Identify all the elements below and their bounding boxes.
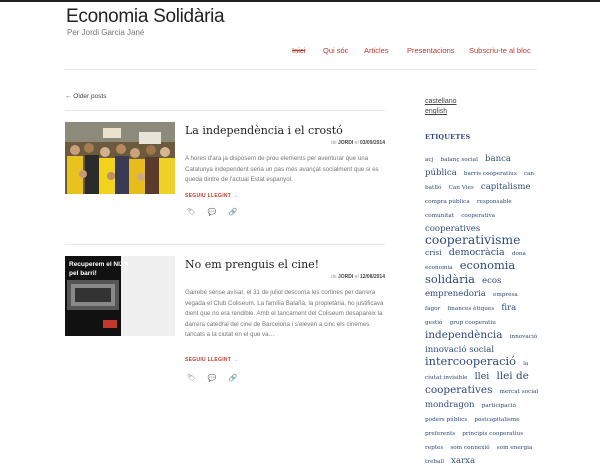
- post-thumbnail-poster[interactable]: Recuperem el NIZA pel barri!: [65, 256, 175, 336]
- tag-link[interactable]: capitalisme: [481, 182, 531, 192]
- top-bar: [0, 0, 600, 2]
- post-title[interactable]: La independència i el crostó: [185, 124, 343, 137]
- tag-cloud: acj balanç social banca pública barris c…: [425, 151, 541, 467]
- tag-link[interactable]: comunitat: [425, 213, 454, 219]
- tags-heading: ETIQUETES: [425, 133, 471, 141]
- link-icon[interactable]: 🔗: [229, 209, 238, 216]
- tag-link[interactable]: som energia: [497, 445, 533, 451]
- tag-link[interactable]: empresa: [493, 292, 518, 298]
- tag-link[interactable]: grup cooperatiu: [450, 320, 496, 326]
- nav-item-presentacions[interactable]: Presentacions: [407, 46, 455, 55]
- older-posts-link[interactable]: ← Older posts: [65, 93, 107, 100]
- tag-link[interactable]: cooperativisme: [425, 233, 520, 247]
- tag-link[interactable]: responsable: [477, 199, 512, 205]
- tag-link[interactable]: compra pública: [425, 199, 470, 205]
- tag-link[interactable]: som connexió: [450, 445, 489, 451]
- tag-icon[interactable]: 🏷: [187, 209, 196, 216]
- post-thumbnail-crowd[interactable]: [65, 122, 175, 194]
- language-link-castellano[interactable]: castellano: [425, 97, 540, 107]
- tag-link[interactable]: principis cooperatius: [462, 431, 523, 437]
- tag-link[interactable]: emprenedoria: [425, 289, 486, 299]
- tag-link[interactable]: innovació: [510, 334, 538, 340]
- nav-item-subscriu[interactable]: Subscriu-te al bloc: [469, 46, 531, 55]
- read-more-link[interactable]: SEGUIU LLEGINT →: [185, 357, 238, 363]
- comment-icon[interactable]: 💬: [208, 375, 217, 382]
- header-divider: [65, 69, 537, 70]
- site-title[interactable]: Economia Solidària: [66, 6, 225, 28]
- tag-link[interactable]: dona: [512, 251, 526, 257]
- post-author[interactable]: JORDI: [338, 274, 353, 280]
- post-date[interactable]: 12/08/2014: [360, 274, 385, 280]
- tag-link[interactable]: acj: [425, 157, 433, 163]
- tag-link[interactable]: reptes: [425, 445, 443, 451]
- comment-icon[interactable]: 💬: [208, 209, 217, 216]
- post-meta: de JORDI el 12/08/2014: [331, 274, 385, 280]
- post-date[interactable]: 03/09/2014: [360, 140, 385, 146]
- tag-link[interactable]: preferents: [425, 431, 455, 437]
- tag-link[interactable]: treball: [425, 459, 444, 465]
- nav-item-inici[interactable]: Inici: [292, 46, 305, 55]
- tag-link[interactable]: cooperativa: [461, 213, 495, 219]
- tag-link[interactable]: participació: [482, 403, 516, 409]
- post-1: La independència i el crostó de JORDI el…: [65, 110, 385, 225]
- tag-link[interactable]: mondragon: [425, 400, 475, 410]
- meta-prefix: de: [331, 274, 337, 280]
- nav-item-articles[interactable]: Articles: [364, 46, 389, 55]
- tag-link[interactable]: balanç social: [440, 157, 477, 163]
- post-2: Recuperem el NIZA pel barri! No em preng…: [65, 244, 385, 394]
- language-switcher: castellano english: [425, 97, 540, 117]
- link-icon[interactable]: 🔗: [229, 375, 238, 382]
- tag-link[interactable]: fira: [501, 303, 516, 313]
- post-divider: [65, 110, 385, 111]
- tag-link[interactable]: economia: [425, 265, 453, 271]
- post-author[interactable]: JORDI: [338, 140, 353, 146]
- post-divider: [65, 244, 385, 245]
- tag-link[interactable]: barris cooperatius: [464, 171, 517, 177]
- poster-line-2: pel barri!: [69, 270, 97, 277]
- tag-link[interactable]: economia solidària: [425, 258, 515, 286]
- tag-link[interactable]: finances ètiques: [447, 306, 494, 312]
- read-more-link[interactable]: SEGUIU LLEGINT →: [185, 193, 238, 199]
- tag-link[interactable]: poders públics: [425, 417, 467, 423]
- post-title[interactable]: No em prenguis el cine!: [185, 258, 319, 271]
- tag-link[interactable]: llei: [475, 371, 490, 382]
- tag-link[interactable]: Can Vies: [448, 185, 473, 191]
- tag-icon[interactable]: 🏷: [187, 375, 196, 382]
- nav-item-qui-soc[interactable]: Qui sóc: [323, 46, 348, 55]
- post-meta: de JORDI el 03/09/2014: [331, 140, 385, 146]
- tag-link[interactable]: fagor: [425, 306, 440, 312]
- tag-link[interactable]: postcapitalisme: [474, 417, 519, 423]
- tag-link[interactable]: mercat social: [500, 389, 539, 395]
- meta-mid: el: [354, 140, 359, 146]
- meta-prefix: de: [331, 140, 337, 146]
- post-actions: 🏷 💬 🔗: [187, 374, 247, 382]
- tag-link[interactable]: intercooperació: [425, 354, 516, 368]
- language-link-english[interactable]: english: [425, 107, 540, 117]
- post-actions: 🏷 💬 🔗: [187, 208, 247, 216]
- site-tagline: Per Jordi Garcia Jané: [67, 28, 145, 37]
- tag-link[interactable]: democràcia: [449, 247, 505, 258]
- tag-link[interactable]: crisi: [425, 248, 442, 257]
- tag-link[interactable]: xarxa: [451, 456, 475, 466]
- tag-link[interactable]: ecos: [482, 276, 501, 286]
- post-excerpt: Gairebé sense avisar, el 31 de juliol de…: [185, 289, 384, 338]
- tag-link[interactable]: gestió: [425, 320, 442, 326]
- meta-mid: el: [354, 274, 359, 280]
- tag-link[interactable]: independència: [425, 329, 503, 341]
- poster-line-1: Recuperem el NIZA: [69, 261, 129, 268]
- post-excerpt: A hores d'ara ja disposem de prou elemen…: [185, 155, 379, 183]
